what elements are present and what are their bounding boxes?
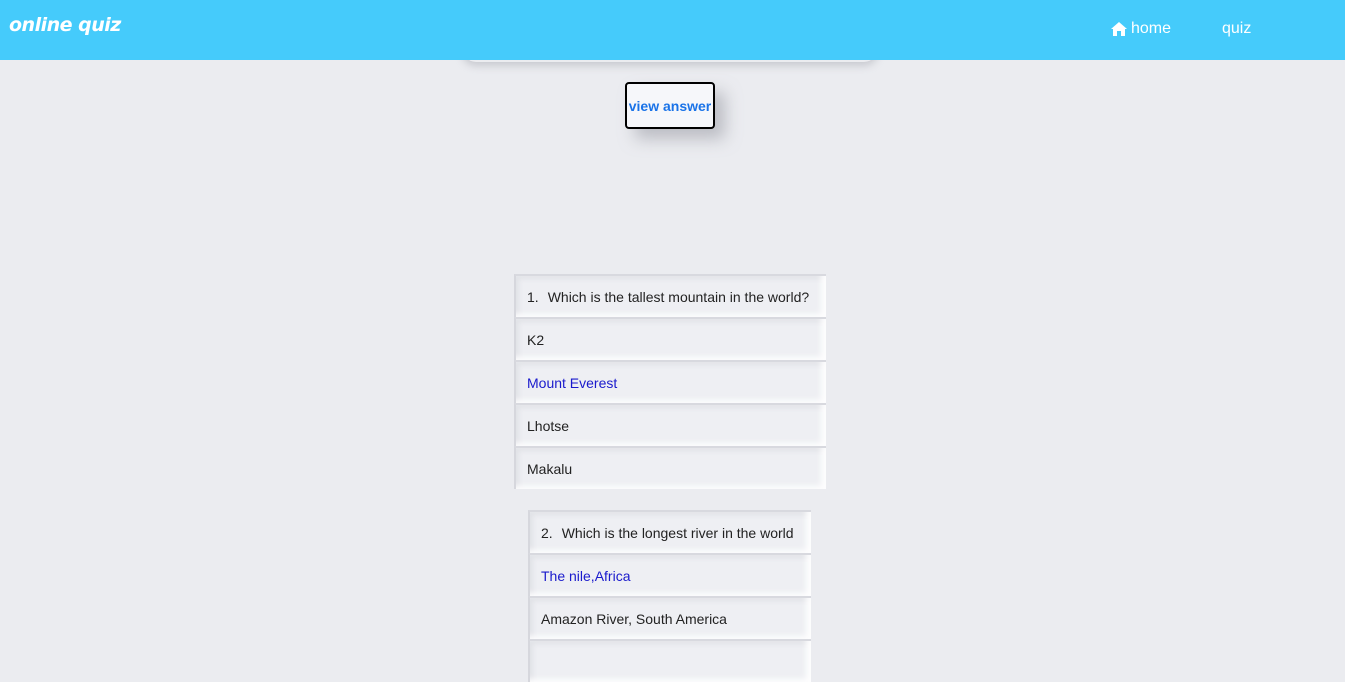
view-answer-button[interactable]: view answer (625, 82, 715, 129)
answer-option-correct[interactable]: Mount Everest (514, 360, 826, 403)
question-text: 2. Which is the longest river in the wor… (528, 510, 811, 553)
answer-option[interactable]: Lhotse (514, 403, 826, 446)
question-label: Which is the longest river in the world (561, 524, 794, 541)
answer-option-correct[interactable]: The nile,Africa (528, 553, 811, 596)
answer-option[interactable]: K2 (514, 317, 826, 360)
navbar: online quiz home quiz (0, 0, 1345, 60)
nav-home-link[interactable]: home (1110, 20, 1171, 38)
answer-option[interactable] (528, 639, 811, 682)
question-number: 1. (527, 288, 539, 305)
question-block-2: 2. Which is the longest river in the wor… (528, 510, 811, 682)
answer-option[interactable]: Amazon River, South America (528, 596, 811, 639)
nav-home-label: home (1131, 20, 1172, 37)
nav-quiz-link[interactable]: quiz (1222, 20, 1251, 38)
brand-logo[interactable]: online quiz (9, 14, 121, 36)
question-number: 2. (541, 524, 553, 541)
question-block-1: 1. Which is the tallest mountain in the … (514, 274, 826, 489)
home-icon (1110, 21, 1128, 37)
question-text: 1. Which is the tallest mountain in the … (514, 274, 826, 317)
answer-option[interactable]: Makalu (514, 446, 826, 489)
question-label: Which is the tallest mountain in the wor… (547, 288, 810, 305)
